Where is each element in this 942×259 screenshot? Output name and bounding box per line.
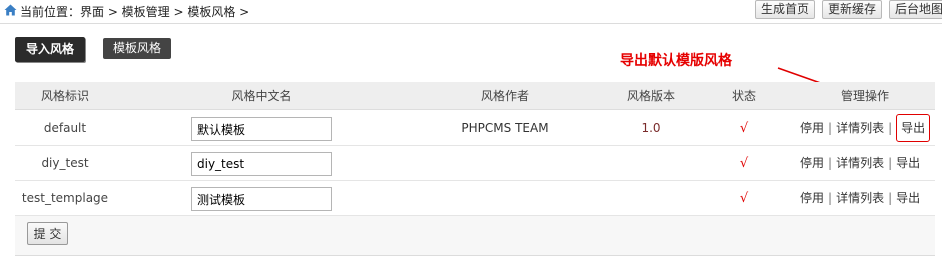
style-name-input[interactable] xyxy=(191,187,332,211)
backend-map-button[interactable]: 后台地图 xyxy=(889,0,942,19)
row-operations: 停用 | 详情列表 | 导出 xyxy=(800,146,920,181)
submit-button[interactable]: 提 交 xyxy=(27,222,68,245)
export-highlight: 导出 xyxy=(896,114,931,142)
ops-separator: | xyxy=(888,191,893,205)
status-check: √ xyxy=(739,191,749,206)
table-header: 风格标识 风格中文名 风格作者 风格版本 状态 管理操作 xyxy=(15,82,935,110)
header-style-id: 风格标识 xyxy=(40,89,89,103)
update-cache-button[interactable]: 更新缓存 xyxy=(822,0,882,19)
details-link[interactable]: 详情列表 xyxy=(836,191,884,205)
style-id: diy_test xyxy=(41,156,89,170)
disable-link[interactable]: 停用 xyxy=(800,156,824,170)
header-style-version: 风格版本 xyxy=(626,89,675,103)
row-operations: 停用 | 详情列表 | 导出 xyxy=(800,181,920,216)
top-bar: 当前位置：界面 > 模板管理 > 模板风格 > 生成首页 更新缓存 后台地图 xyxy=(0,0,942,22)
style-version xyxy=(605,181,697,216)
table-row: diy_test √ 停用|详情列表|导出 xyxy=(15,146,935,181)
style-id: test_templage xyxy=(21,191,109,205)
form-footer xyxy=(15,216,935,256)
ops-separator: | xyxy=(828,191,833,205)
style-id: default xyxy=(43,121,87,135)
style-author xyxy=(425,181,585,216)
ops-separator: | xyxy=(888,121,893,135)
status-check: √ xyxy=(739,156,749,171)
tab-import-style[interactable]: 导入风格 xyxy=(15,37,85,62)
ops-separator: | xyxy=(828,121,833,135)
export-link[interactable]: 导出 xyxy=(896,191,920,205)
row-operations: 停用 | 详情列表 | 导出 xyxy=(800,111,931,146)
breadcrumb: 当前位置：界面 > 模板管理 > 模板风格 > xyxy=(20,5,250,19)
details-link[interactable]: 详情列表 xyxy=(836,121,884,135)
ops-separator: | xyxy=(828,156,833,170)
ops-separator: | xyxy=(888,156,893,170)
tab-template-style[interactable]: 模板风格 xyxy=(103,38,171,59)
details-link[interactable]: 详情列表 xyxy=(836,156,884,170)
home-icon xyxy=(4,4,17,16)
generate-home-button[interactable]: 生成首页 xyxy=(755,0,815,19)
style-author xyxy=(425,146,585,181)
status-check: √ xyxy=(739,121,749,136)
header-style-name: 风格中文名 xyxy=(231,89,292,103)
table-row: test_templage √ 停用|详情列表|导出 xyxy=(15,181,935,216)
disable-link[interactable]: 停用 xyxy=(800,121,824,135)
annotation-label: 导出默认模版风格 xyxy=(620,53,732,69)
divider xyxy=(0,23,942,24)
style-name-input[interactable] xyxy=(191,152,332,176)
export-link[interactable]: 导出 xyxy=(901,121,925,135)
style-version: 1.0 xyxy=(641,121,661,135)
header-style-author: 风格作者 xyxy=(480,89,529,103)
table-row: default PHPCMS TEAM 1.0 √ 停用|详情列表|导出 xyxy=(15,111,935,146)
disable-link[interactable]: 停用 xyxy=(800,191,824,205)
header-operations: 管理操作 xyxy=(840,89,889,103)
header-status: 状态 xyxy=(731,89,756,103)
divider xyxy=(15,255,935,256)
export-link[interactable]: 导出 xyxy=(896,156,920,170)
style-author: PHPCMS TEAM xyxy=(461,121,549,135)
style-version xyxy=(605,146,697,181)
style-name-input[interactable] xyxy=(191,117,332,141)
